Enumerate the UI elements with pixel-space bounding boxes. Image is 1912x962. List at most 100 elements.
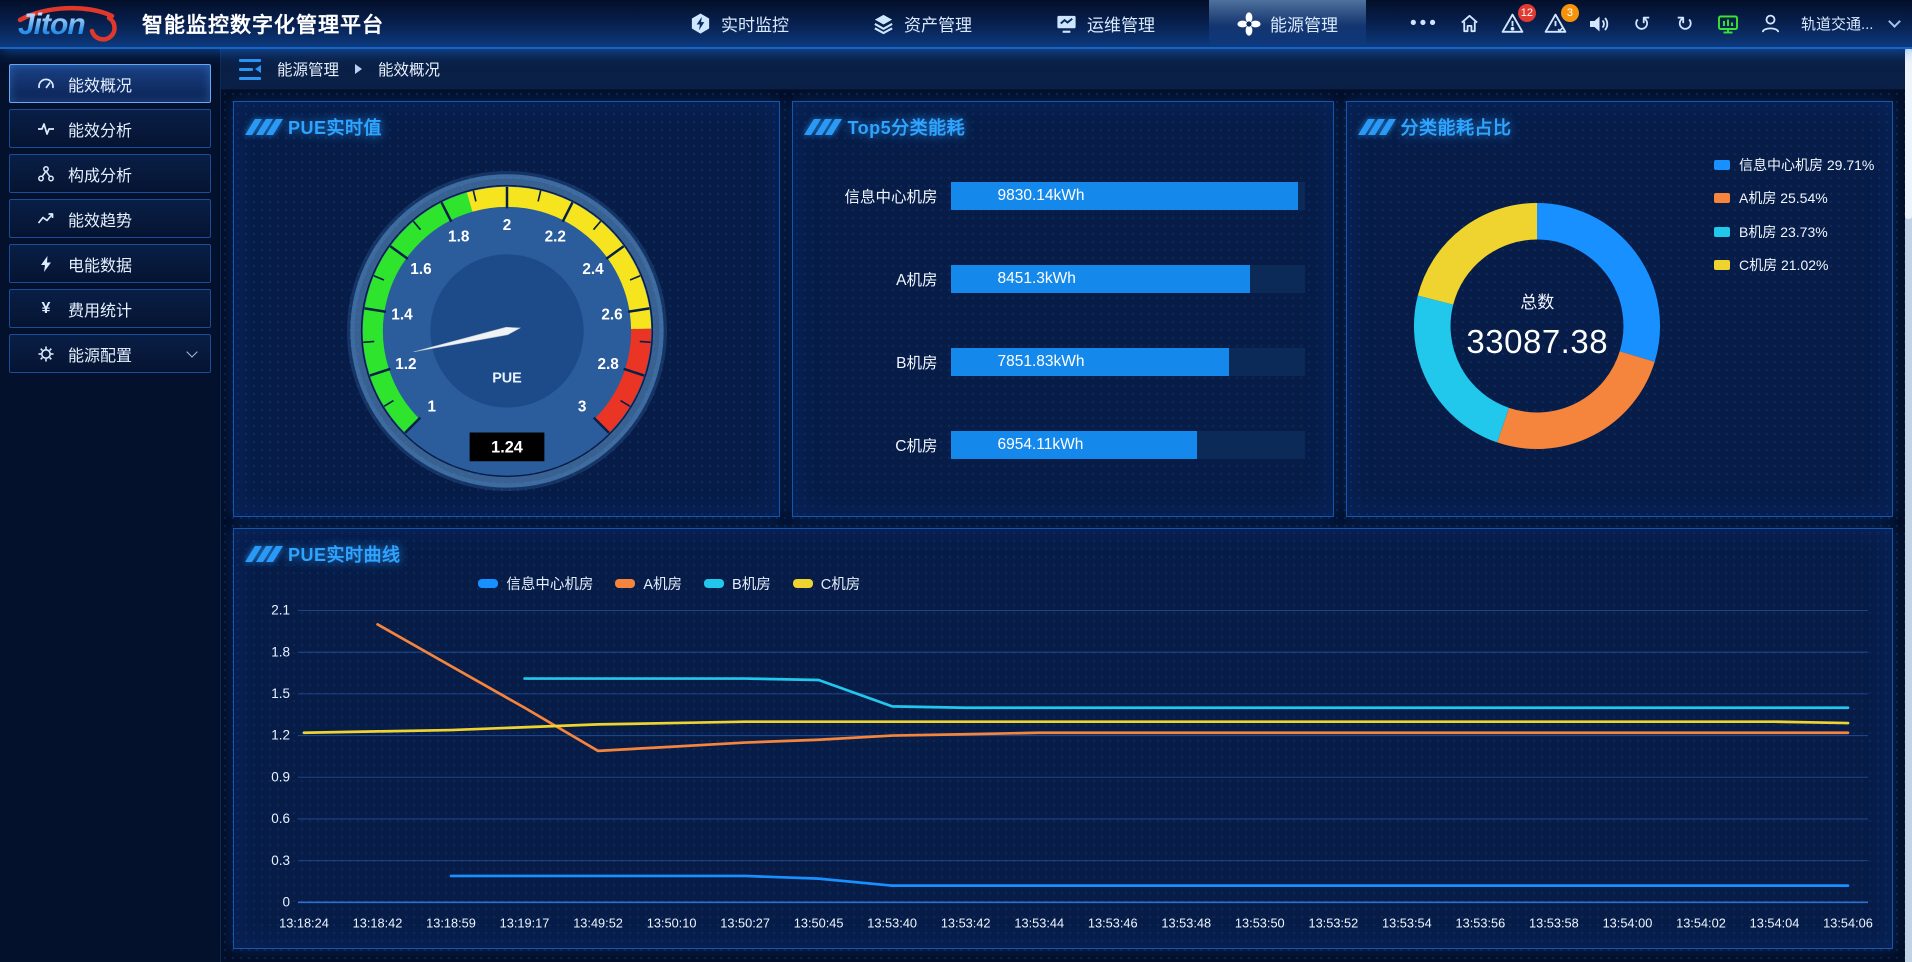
sidebar-item-label: 能源配置	[68, 342, 132, 366]
sidebar-item-power-data[interactable]: 电能数据	[9, 244, 211, 283]
bar-fill[interactable]: 8451.3kWh	[951, 265, 1249, 293]
bolt-icon	[37, 255, 55, 273]
user-icon[interactable]	[1758, 11, 1784, 37]
page-scrollbar[interactable]	[1905, 49, 1912, 962]
panel-pue-curve: PUE实时曲线 信息中心机房 A机房 B机房 C机房 00.30.60.91.2…	[233, 528, 1893, 949]
bar-value-label: 8451.3kWh	[951, 270, 1075, 288]
legend-item[interactable]: B机房	[704, 573, 771, 594]
navbar-actions: 12 3 ↺ ↻ 轨道交通...	[1457, 11, 1912, 37]
trend-icon	[37, 210, 55, 228]
svg-text:13:53:42: 13:53:42	[941, 915, 991, 930]
legend-label: A机房 25.54%	[1739, 189, 1828, 207]
breadcrumb-item-overview[interactable]: 能效概况	[378, 58, 440, 80]
bar-row: A机房 8451.3kWh	[801, 265, 1304, 293]
legend-label: B机房	[732, 573, 771, 594]
svg-text:1.2: 1.2	[395, 356, 416, 373]
sidebar-item-label: 电能数据	[68, 252, 132, 276]
svg-text:13:54:04: 13:54:04	[1750, 915, 1800, 930]
bar-value-label: 9830.14kWh	[951, 187, 1084, 205]
legend-swatch	[1714, 260, 1730, 270]
scrollbar-thumb[interactable]	[1905, 49, 1912, 219]
svg-text:2.2: 2.2	[544, 229, 565, 246]
sidebar: 能效概况 能效分析 构成分析 能效趋势 电能数据 ¥ 费用统计	[0, 49, 221, 962]
fan-icon	[1237, 12, 1261, 36]
svg-text:13:54:00: 13:54:00	[1603, 915, 1653, 930]
tab-energy-management[interactable]: 能源管理	[1209, 0, 1366, 47]
title-slashes-icon	[1363, 119, 1391, 135]
bar-category-label: 信息中心机房	[801, 185, 937, 207]
sidebar-item-label: 能效概况	[68, 72, 132, 96]
legend-label: C机房 21.02%	[1739, 256, 1828, 274]
svg-text:13:18:42: 13:18:42	[353, 915, 403, 930]
bar-fill[interactable]: 6954.11kWh	[951, 431, 1196, 459]
legend-item[interactable]: 信息中心机房 29.71%	[1714, 156, 1886, 174]
sidebar-item-energy-analysis[interactable]: 能效分析	[9, 109, 211, 148]
refresh-icon[interactable]: ↻	[1672, 11, 1698, 37]
app-root: Jiton 智能监控数字化管理平台 实时监控 资产管理 运维	[0, 0, 1912, 962]
alarm-unconfirmed-icon[interactable]: 12	[1500, 11, 1526, 37]
tab-asset-management[interactable]: 资产管理	[843, 0, 1000, 47]
tab-label: 资产管理	[904, 11, 972, 36]
svg-text:1.4: 1.4	[391, 307, 413, 324]
svg-text:1: 1	[427, 399, 436, 416]
sound-icon[interactable]	[1586, 11, 1612, 37]
svg-text:PUE: PUE	[492, 371, 522, 387]
sidebar-item-composition-analysis[interactable]: 构成分析	[9, 154, 211, 193]
tab-realtime-monitoring[interactable]: 实时监控	[660, 0, 817, 47]
svg-text:13:53:52: 13:53:52	[1308, 915, 1358, 930]
legend-item[interactable]: A机房 25.54%	[1714, 189, 1886, 207]
svg-text:2.1: 2.1	[271, 602, 290, 617]
panel-title: 分类能耗占比	[1401, 114, 1512, 140]
collapse-sidebar-icon[interactable]	[239, 59, 261, 80]
energy-share-donut-chart: 总数 33087.38	[1361, 144, 1714, 508]
home-icon[interactable]	[1457, 11, 1483, 37]
bar-fill[interactable]: 9830.14kWh	[951, 182, 1298, 210]
legend-item[interactable]: A机房	[615, 573, 682, 594]
sidebar-item-energy-config[interactable]: 能源配置	[9, 334, 211, 373]
svg-text:13:50:45: 13:50:45	[794, 915, 844, 930]
legend-item[interactable]: 信息中心机房	[478, 573, 593, 594]
breadcrumb-arrow-icon	[355, 64, 362, 74]
svg-text:13:53:54: 13:53:54	[1382, 915, 1432, 930]
bar-value-label: 6954.11kWh	[951, 436, 1083, 454]
monitor-chart-icon	[1054, 12, 1078, 36]
user-name[interactable]: 轨道交通...	[1801, 13, 1874, 34]
more-tabs-button[interactable]: •••	[1392, 0, 1457, 47]
top5-bar-chart: 信息中心机房 9830.14kWh A机房 8451.3kWh B机房 7851…	[793, 144, 1332, 516]
submenu-chevron-icon	[186, 346, 197, 357]
donut-legend: 信息中心机房 29.71% A机房 25.54% B机房 23.73% C机房 …	[1714, 144, 1886, 508]
bar-track: 6954.11kWh	[951, 431, 1304, 459]
history-icon[interactable]: ↺	[1629, 11, 1655, 37]
panel-header: Top5分类能耗	[793, 102, 1332, 144]
app-title: 智能监控数字化管理平台	[142, 9, 384, 39]
svg-text:0.6: 0.6	[271, 811, 290, 826]
breadcrumb: 能源管理 能效概况	[221, 49, 1905, 90]
big-screen-icon[interactable]	[1715, 11, 1741, 37]
sidebar-item-energy-trend[interactable]: 能效趋势	[9, 199, 211, 238]
legend-label: B机房 23.73%	[1739, 223, 1828, 241]
title-slashes-icon	[809, 119, 837, 135]
bar-value-label: 7851.83kWh	[951, 353, 1084, 371]
legend-item[interactable]: C机房	[793, 573, 860, 594]
chevron-down-icon[interactable]	[1889, 15, 1902, 28]
legend-item[interactable]: B机房 23.73%	[1714, 223, 1886, 241]
svg-text:0.3: 0.3	[271, 853, 290, 868]
gauge-icon	[37, 75, 55, 93]
panel-top5-energy: Top5分类能耗 信息中心机房 9830.14kWh A机房 8451.3kWh	[792, 101, 1333, 517]
legend-swatch	[615, 579, 635, 588]
bar-row: B机房 7851.83kWh	[801, 348, 1304, 376]
sidebar-item-label: 构成分析	[68, 162, 132, 186]
title-slashes-icon	[250, 119, 278, 135]
tab-ops-management[interactable]: 运维管理	[1026, 0, 1183, 47]
sidebar-item-label: 能效分析	[68, 117, 132, 141]
legend-item[interactable]: C机房 21.02%	[1714, 256, 1886, 274]
svg-text:1.8: 1.8	[448, 229, 470, 246]
bar-fill[interactable]: 7851.83kWh	[951, 348, 1228, 376]
line-legend: 信息中心机房 A机房 B机房 C机房	[478, 573, 1884, 594]
alarm-confirmed-icon[interactable]: 3	[1543, 11, 1569, 37]
sidebar-item-cost-statistics[interactable]: ¥ 费用统计	[9, 289, 211, 328]
sidebar-item-energy-overview[interactable]: 能效概况	[9, 64, 211, 103]
top-navbar: Jiton 智能监控数字化管理平台 实时监控 资产管理 运维	[0, 0, 1912, 49]
svg-text:2: 2	[502, 217, 511, 234]
breadcrumb-item-energy[interactable]: 能源管理	[277, 58, 339, 80]
